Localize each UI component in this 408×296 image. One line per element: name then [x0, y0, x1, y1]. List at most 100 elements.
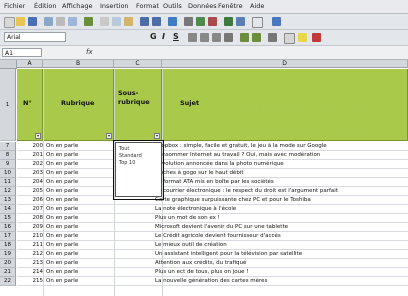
indent-icon[interactable] [268, 33, 277, 42]
table-row[interactable]: 212 On en parle Un assistant intelligent… [17, 250, 408, 259]
cell-rubrique[interactable]: On en parle [45, 232, 116, 241]
table-row[interactable]: 215 On en parle La nouvelle génération d… [17, 277, 408, 286]
currency-icon[interactable] [240, 33, 249, 42]
cell-rubrique[interactable]: On en parle [45, 160, 116, 169]
drawing-icon[interactable] [236, 17, 245, 26]
align-right-icon[interactable] [212, 33, 221, 42]
column-header-b[interactable]: B [43, 60, 114, 68]
cell-sujet[interactable]: La note électronique à l'école [153, 205, 408, 214]
underline-button[interactable]: S [173, 32, 179, 41]
header-cell-sous-rubrique[interactable]: Sous-rubrique ▾ [114, 69, 162, 141]
row-header[interactable]: 19 [0, 250, 16, 259]
menu-fenetre[interactable]: Fenêtre [218, 2, 243, 10]
cell-sujet[interactable]: La nouvelle génération des cartes mères [153, 277, 408, 286]
sort-descending-icon[interactable] [208, 17, 217, 26]
open-folder-icon[interactable] [16, 17, 25, 26]
cell-sujet[interactable]: Plus un mot de son ex ! [153, 214, 408, 223]
menu-aide[interactable]: Aide [250, 2, 264, 10]
paste-icon[interactable] [124, 17, 133, 26]
table-row[interactable]: 213 On en parle Attention aux crédits, d… [17, 259, 408, 268]
borders-icon[interactable] [284, 33, 295, 44]
copy-icon[interactable] [112, 17, 121, 26]
cell-sujet[interactable]: Plus un ect de tous, plus on joue ! [153, 268, 408, 277]
row-header[interactable]: 18 [0, 241, 16, 250]
cell-rubrique[interactable]: On en parle [45, 250, 116, 259]
cell-num[interactable]: 203 [17, 169, 44, 178]
row-header[interactable]: 16 [0, 223, 16, 232]
cell-num[interactable]: 210 [17, 232, 44, 241]
sort-ascending-icon[interactable] [196, 17, 205, 26]
table-row[interactable]: 202 On en parle Révolution annoncée dans… [17, 160, 408, 169]
menu-insertion[interactable]: Insertion [100, 2, 129, 10]
italic-button[interactable]: I [162, 32, 165, 41]
merge-center-icon[interactable] [224, 33, 233, 42]
cell-sujet[interactable]: Révolution annoncée dans la photo numéri… [153, 160, 408, 169]
cell-rubrique[interactable]: On en parle [45, 151, 116, 160]
cell-sujet[interactable]: Un assistant intelligent pour la télévis… [153, 250, 408, 259]
cell-num[interactable]: 214 [17, 268, 44, 277]
cell-sujet[interactable]: Consommer Internet au travail ? Oui, mai… [153, 151, 408, 160]
cell-sujet[interactable]: Le courrier électronique : le respect du… [153, 187, 408, 196]
cell-sujet[interactable]: Pioches à gogo sur le haut débit [153, 169, 408, 178]
cell-sujet[interactable]: Le format ATA mis en boîte par les socié… [153, 178, 408, 187]
row-header[interactable]: 22 [0, 277, 16, 286]
autofilter-rubrique-button[interactable]: ▾ [106, 133, 112, 139]
cell-rubrique[interactable]: On en parle [45, 259, 116, 268]
select-all-corner[interactable] [0, 60, 17, 69]
cut-icon[interactable] [100, 17, 109, 26]
cell-num[interactable]: 212 [17, 250, 44, 259]
menu-edition[interactable]: Édition [34, 2, 57, 10]
table-row[interactable]: 200 On en parle Dropbox : simple, facile… [17, 142, 408, 151]
cell-sujet[interactable]: Le Crédit agricole devient fournisseur d… [153, 232, 408, 241]
row-header[interactable]: 13 [0, 196, 16, 205]
cell-rubrique[interactable]: On en parle [45, 268, 116, 277]
percent-icon[interactable] [252, 33, 261, 42]
table-row[interactable]: 209 On en parle Microsoft devient l'aven… [17, 223, 408, 232]
cell-sujet[interactable]: Le mieux outil de création [153, 241, 408, 250]
cell-num[interactable]: 205 [17, 187, 44, 196]
cell-num[interactable]: 209 [17, 223, 44, 232]
redo-icon[interactable] [152, 17, 161, 26]
menu-affichage[interactable]: Affichage [62, 2, 93, 10]
menu-outils[interactable]: Outils [163, 2, 182, 10]
fx-icon[interactable]: fx [86, 48, 93, 56]
table-row[interactable]: 211 On en parle Le mieux outil de créati… [17, 241, 408, 250]
row-header[interactable]: 10 [0, 169, 16, 178]
table-row[interactable]: 204 On en parle Le format ATA mis en boî… [17, 178, 408, 187]
table-row[interactable]: 201 On en parle Consommer Internet au tr… [17, 151, 408, 160]
undo-icon[interactable] [140, 17, 149, 26]
help-icon[interactable] [272, 17, 281, 26]
hyperlink-icon[interactable] [168, 17, 177, 26]
cell-num[interactable]: 200 [17, 142, 44, 151]
menu-format[interactable]: Format [136, 2, 159, 10]
cell-rubrique[interactable]: On en parle [45, 277, 116, 286]
cell-num[interactable]: 202 [17, 160, 44, 169]
autosum-icon[interactable] [184, 17, 193, 26]
cell-sujet[interactable]: Dropbox : simple, facile et gratuit, le … [153, 142, 408, 151]
row-header[interactable]: 14 [0, 205, 16, 214]
cell-num[interactable]: 211 [17, 241, 44, 250]
header-cell-num[interactable]: N° ▾ [17, 69, 43, 141]
header-cell-rubrique[interactable]: Rubrique ▾ [43, 69, 114, 141]
cell-num[interactable]: 215 [17, 277, 44, 286]
cell-num[interactable]: 201 [17, 151, 44, 160]
row-header[interactable]: 15 [0, 214, 16, 223]
cell-rubrique[interactable]: On en parle [45, 241, 116, 250]
name-box[interactable]: A1 [2, 48, 42, 57]
preview-icon[interactable] [68, 17, 77, 26]
align-left-icon[interactable] [188, 33, 197, 42]
table-row[interactable]: 207 On en parle La note électronique à l… [17, 205, 408, 214]
zoom-box-icon[interactable] [252, 17, 263, 28]
table-row[interactable]: 205 On en parle Le courrier électronique… [17, 187, 408, 196]
cell-rubrique[interactable]: On en parle [45, 187, 116, 196]
autofilter-num-button[interactable]: ▾ [35, 133, 41, 139]
table-row[interactable]: 203 On en parle Pioches à gogo sur le ha… [17, 169, 408, 178]
row-header[interactable]: 21 [0, 268, 16, 277]
cell-rubrique[interactable]: On en parle [45, 214, 116, 223]
align-center-icon[interactable] [200, 33, 209, 42]
cell-rubrique[interactable]: On en parle [45, 169, 116, 178]
row-header[interactable]: 8 [0, 151, 16, 160]
column-header-d[interactable]: D [162, 60, 408, 68]
cell-rubrique[interactable]: On en parle [45, 223, 116, 232]
mail-icon[interactable] [44, 17, 53, 26]
